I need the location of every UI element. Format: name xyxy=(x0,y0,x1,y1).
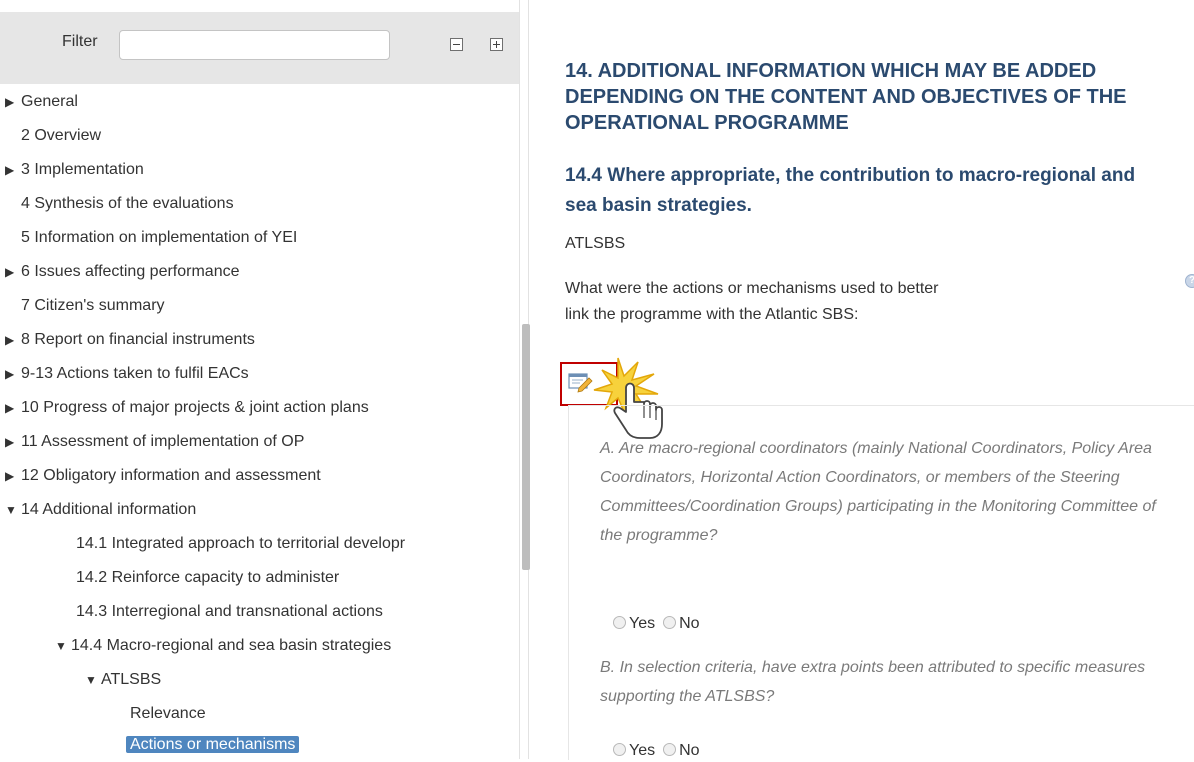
filter-input[interactable] xyxy=(119,30,390,60)
collapse-arrow-icon[interactable]: ▼ xyxy=(55,633,71,659)
tree-item-label: ATLSBS xyxy=(101,671,162,688)
tree-item-financial-instruments[interactable]: ▶ 8 Report on financial instruments xyxy=(5,327,255,353)
tree-item-label: 4 Synthesis of the evaluations xyxy=(21,195,234,212)
expand-arrow-icon[interactable]: ▶ xyxy=(5,463,21,489)
tree-item-label: 14.1 Integrated approach to territorial … xyxy=(76,535,406,552)
tree-item-label: 9-13 Actions taken to fulfil EACs xyxy=(21,365,249,382)
help-icon[interactable]: ? xyxy=(1185,274,1194,288)
tree-item-label: General xyxy=(21,93,78,110)
question-b-text: B. In selection criteria, have extra poi… xyxy=(600,659,1146,705)
yes-label: Yes xyxy=(629,615,656,632)
navigation-panel: Filter ▶ General 2 Overview ▶ 3 Implementa… xyxy=(0,0,519,759)
expand-arrow-icon[interactable]: ▶ xyxy=(5,395,21,421)
yes-label: Yes xyxy=(629,742,656,759)
tree-item-implementation[interactable]: ▶ 3 Implementation xyxy=(5,157,144,183)
tree-item-label-selected: Actions or mechanisms xyxy=(126,736,300,753)
strategy-code: ATLSBS xyxy=(565,235,626,252)
no-label: No xyxy=(679,742,700,759)
tree-item-additional-info[interactable]: ▼ 14 Additional information xyxy=(5,497,196,523)
tree-item-label: 14.2 Reinforce capacity to administer xyxy=(76,569,340,586)
expand-arrow-icon[interactable]: ▶ xyxy=(5,327,21,353)
tree-item-label: 3 Implementation xyxy=(21,161,144,178)
tree-item-label: 14.3 Interregional and transnational act… xyxy=(76,603,383,620)
question-b-no-radio[interactable] xyxy=(663,743,677,756)
expand-arrow-icon[interactable]: ▶ xyxy=(5,157,21,183)
filter-bar: Filter xyxy=(0,12,519,84)
tree-item-14-1[interactable]: 14.1 Integrated approach to territorial … xyxy=(76,531,405,557)
tree-item-label: 7 Citizen's summary xyxy=(21,297,165,314)
tree-item-label: 10 Progress of major projects & joint ac… xyxy=(21,399,369,416)
tree-item-atlsbs[interactable]: ▼ ATLSBS xyxy=(85,667,161,693)
expand-arrow-icon[interactable]: ▶ xyxy=(5,429,21,455)
tree-item-relevance[interactable]: Relevance xyxy=(130,701,206,727)
tree-item-yei[interactable]: 5 Information on implementation of YEI xyxy=(21,225,297,251)
content-panel: 14. ADDITIONAL INFORMATION WHICH MAY BE … xyxy=(540,0,1194,760)
tree-item-label: 11 Assessment of implementation of OP xyxy=(21,433,305,450)
edit-form-icon xyxy=(568,373,593,393)
tree-item-synthesis[interactable]: 4 Synthesis of the evaluations xyxy=(21,191,234,217)
tree-item-issues[interactable]: ▶ 6 Issues affecting performance xyxy=(5,259,240,285)
tree-item-label: 5 Information on implementation of YEI xyxy=(21,229,298,246)
expand-arrow-icon[interactable]: ▶ xyxy=(5,89,21,115)
collapse-arrow-icon[interactable]: ▼ xyxy=(85,667,101,693)
question-a-radio-group: Yes No xyxy=(613,613,708,635)
tree-item-assessment[interactable]: ▶ 11 Assessment of implementation of OP xyxy=(5,429,304,455)
collapse-all-icon[interactable] xyxy=(450,38,463,51)
tree-item-actions-or-mechanisms[interactable]: Actions or mechanisms xyxy=(126,732,300,758)
tree-item-general[interactable]: ▶ General xyxy=(5,89,78,115)
tree-item-eacs[interactable]: ▶ 9-13 Actions taken to fulfil EACs xyxy=(5,361,249,387)
tree-item-14-2[interactable]: 14.2 Reinforce capacity to administer xyxy=(76,565,339,591)
filter-label: Filter xyxy=(62,33,98,50)
tree-item-obligatory-info[interactable]: ▶ 12 Obligatory information and assessmen… xyxy=(5,463,321,489)
expand-arrow-icon[interactable]: ▶ xyxy=(5,259,21,285)
tree-item-label: 2 Overview xyxy=(21,127,102,144)
tree-item-label: 6 Issues affecting performance xyxy=(21,263,240,280)
collapse-arrow-icon[interactable]: ▼ xyxy=(5,497,21,523)
tree-item-overview[interactable]: 2 Overview xyxy=(21,123,101,149)
expand-all-icon[interactable] xyxy=(490,38,503,51)
edit-button[interactable] xyxy=(560,362,618,406)
tree-item-major-projects[interactable]: ▶ 10 Progress of major projects & joint a… xyxy=(5,395,369,421)
tree-item-label: 12 Obligatory information and assessment xyxy=(21,467,321,484)
tree-item-label: 14 Additional information xyxy=(21,501,197,518)
tree-item-citizens-summary[interactable]: 7 Citizen's summary xyxy=(21,293,165,319)
expand-arrow-icon[interactable]: ▶ xyxy=(5,361,21,387)
tree-item-label: Relevance xyxy=(130,705,206,722)
question-b-yes-radio[interactable] xyxy=(613,743,626,756)
question-a-no-radio[interactable] xyxy=(663,616,677,629)
question-a-text: A. Are macro-regional coordinators (main… xyxy=(600,440,1156,544)
question-text: What were the actions or mechanisms used… xyxy=(565,280,939,323)
tree-item-label: 14.4 Macro-regional and sea basin strate… xyxy=(71,637,392,654)
question-a-yes-radio[interactable] xyxy=(613,616,626,629)
tree-item-14-4[interactable]: ▼ 14.4 Macro-regional and sea basin strat… xyxy=(55,633,391,659)
section-title: 14. ADDITIONAL INFORMATION WHICH MAY BE … xyxy=(565,60,1127,134)
tree-item-label: 8 Report on financial instruments xyxy=(21,331,255,348)
tree-scrollbar[interactable] xyxy=(522,324,530,570)
subsection-title: 14.4 Where appropriate, the contribution… xyxy=(565,165,1136,216)
tree-item-14-3[interactable]: 14.3 Interregional and transnational act… xyxy=(76,599,383,625)
no-label: No xyxy=(679,615,700,632)
answers-area: A. Are macro-regional coordinators (main… xyxy=(568,405,1194,760)
